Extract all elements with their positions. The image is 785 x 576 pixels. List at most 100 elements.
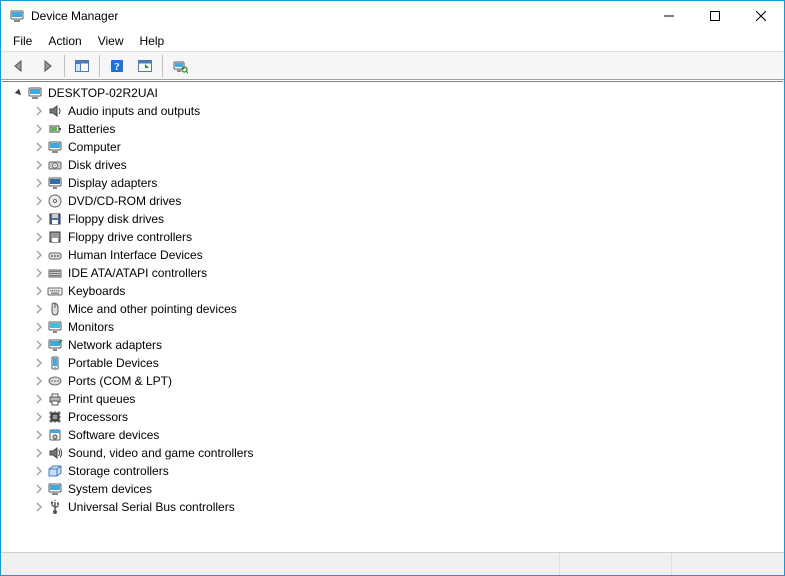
mouse-icon [47,301,63,317]
expand-icon[interactable] [31,427,47,443]
computer-icon [47,139,63,155]
tree-category-node[interactable]: Monitors [11,318,782,336]
expand-icon[interactable] [31,301,47,317]
usb-icon [47,499,63,515]
scan-hardware-button[interactable] [167,53,193,78]
tree-category-label: Network adapters [66,338,164,352]
expand-icon[interactable] [31,229,47,245]
expand-icon[interactable] [31,337,47,353]
expand-icon[interactable] [31,481,47,497]
expand-icon[interactable] [31,139,47,155]
tree-category-label: Display adapters [66,176,159,190]
tree-category-label: Monitors [66,320,116,334]
tree-category-label: Print queues [66,392,137,406]
tree-category-label: Floppy drive controllers [66,230,194,244]
tree-category-node[interactable]: Disk drives [11,156,782,174]
tree-category-node[interactable]: Floppy disk drives [11,210,782,228]
tree-category-node[interactable]: IDE ATA/ATAPI controllers [11,264,782,282]
ide-icon [47,265,63,281]
tree-pane: DESKTOP-02R2UAI Audio inputs and outputs… [1,80,784,552]
expand-icon[interactable] [31,193,47,209]
tree-category-node[interactable]: Processors [11,408,782,426]
storage-icon [47,463,63,479]
tree-category-node[interactable]: Floppy drive controllers [11,228,782,246]
expand-icon[interactable] [31,283,47,299]
tree-category-node[interactable]: Sound, video and game controllers [11,444,782,462]
tree-category-label: Human Interface Devices [66,248,205,262]
tree-category-node[interactable]: DVD/CD-ROM drives [11,192,782,210]
menu-action[interactable]: Action [40,32,89,50]
svg-text:?: ? [114,61,120,73]
audio-icon [47,103,63,119]
expand-icon[interactable] [31,355,47,371]
expand-icon[interactable] [31,499,47,515]
expand-icon[interactable] [31,391,47,407]
expand-icon[interactable] [31,463,47,479]
tree-category-node[interactable]: Mice and other pointing devices [11,300,782,318]
tree-category-label: Keyboards [66,284,127,298]
monitor-icon [47,319,63,335]
tree-category-label: Floppy disk drives [66,212,166,226]
tree-category-label: DVD/CD-ROM drives [66,194,183,208]
statusbar [1,552,784,575]
titlebar: Device Manager [1,1,784,31]
tree-category-node[interactable]: Keyboards [11,282,782,300]
expand-icon[interactable] [31,211,47,227]
window-title: Device Manager [31,9,118,23]
network-icon [47,337,63,353]
battery-icon [47,121,63,137]
maximize-button[interactable] [692,1,738,31]
forward-button[interactable] [34,53,60,78]
toolbar: ? [1,51,784,80]
sound-icon [47,445,63,461]
printer-icon [47,391,63,407]
help-button[interactable]: ? [104,53,130,78]
tree-category-node[interactable]: Network adapters [11,336,782,354]
tree-category-label: Disk drives [66,158,129,172]
status-cell [560,553,673,575]
expand-icon[interactable] [31,175,47,191]
tree-category-node[interactable]: Print queues [11,390,782,408]
expand-icon[interactable] [31,373,47,389]
display-icon [47,175,63,191]
expand-icon[interactable] [31,103,47,119]
tree-category-node[interactable]: Ports (COM & LPT) [11,372,782,390]
collapse-icon[interactable] [11,85,27,101]
tree-category-node[interactable]: Audio inputs and outputs [11,102,782,120]
tree-category-node[interactable]: Portable Devices [11,354,782,372]
close-button[interactable] [738,1,784,31]
tree-category-label: Portable Devices [66,356,161,370]
expand-icon[interactable] [31,247,47,263]
cpu-icon [47,409,63,425]
expand-icon[interactable] [31,121,47,137]
menu-view[interactable]: View [90,32,132,50]
expand-icon[interactable] [31,319,47,335]
tree-category-node[interactable]: Batteries [11,120,782,138]
expand-icon[interactable] [31,445,47,461]
show-hide-console-tree-button[interactable] [69,53,95,78]
menu-file[interactable]: File [5,32,40,50]
toolbar-separator [162,55,163,77]
tree-category-node[interactable]: System devices [11,480,782,498]
expand-icon[interactable] [31,265,47,281]
tree-category-node[interactable]: Computer [11,138,782,156]
tree-category-label: Sound, video and game controllers [66,446,255,460]
expand-icon[interactable] [31,157,47,173]
device-tree[interactable]: DESKTOP-02R2UAI Audio inputs and outputs… [11,84,782,550]
dvd-icon [47,193,63,209]
tree-category-label: Audio inputs and outputs [66,104,202,118]
action-button[interactable] [132,53,158,78]
toolbar-separator [64,55,65,77]
expand-icon[interactable] [31,409,47,425]
back-button[interactable] [6,53,32,78]
tree-category-node[interactable]: Storage controllers [11,462,782,480]
tree-root-node[interactable]: DESKTOP-02R2UAI [11,84,782,102]
menu-help[interactable]: Help [132,32,173,50]
tree-category-node[interactable]: Display adapters [11,174,782,192]
tree-category-node[interactable]: Human Interface Devices [11,246,782,264]
minimize-button[interactable] [646,1,692,31]
tree-category-node[interactable]: Universal Serial Bus controllers [11,498,782,516]
tree-category-label: Mice and other pointing devices [66,302,239,316]
tree-category-node[interactable]: Software devices [11,426,782,444]
tree-category-label: Software devices [66,428,161,442]
